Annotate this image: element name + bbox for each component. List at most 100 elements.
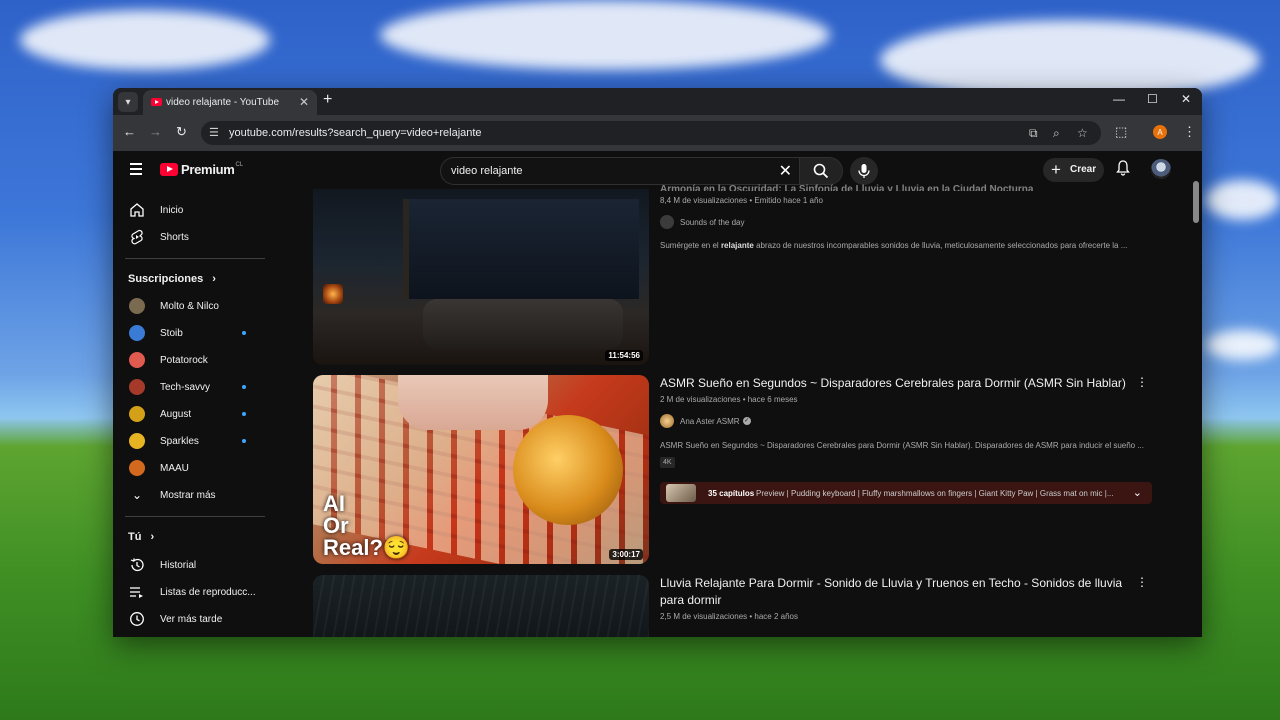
back-icon[interactable]: ← bbox=[123, 124, 136, 139]
video-thumbnail[interactable]: 11:54:56 bbox=[313, 189, 649, 365]
reload-icon[interactable]: ↻ bbox=[176, 124, 187, 140]
profile-avatar[interactable]: A bbox=[1153, 125, 1167, 139]
chapters-bar[interactable]: 35 capítulos Preview | Pudding keyboard … bbox=[660, 482, 1152, 504]
sidebar-item-label: MAAU bbox=[160, 463, 189, 474]
youtube-page: Premium CL video relajante ✕ + Crear Ini… bbox=[113, 151, 1202, 637]
verified-icon: ✓ bbox=[742, 417, 751, 425]
channel-avatar bbox=[660, 215, 674, 229]
channel-name: Sounds of the day bbox=[680, 217, 745, 227]
user-avatar[interactable] bbox=[1151, 159, 1171, 179]
sidebar-item-subscription[interactable]: MAAU bbox=[113, 455, 265, 481]
video-duration: 3:00:17 bbox=[609, 549, 643, 560]
sidebar-item-watch-later[interactable]: Ver más tarde bbox=[113, 606, 265, 632]
site-info-icon[interactable]: ☰ bbox=[209, 126, 219, 139]
tab-title: video relajante - YouTube bbox=[166, 97, 280, 108]
sidebar-item-subscription[interactable]: Sparkles bbox=[113, 428, 265, 454]
video-title[interactable]: ASMR Sueño en Segundos ~ Disparadores Ce… bbox=[660, 375, 1130, 392]
channel-avatar bbox=[129, 460, 145, 476]
youtube-logo[interactable]: Premium CL bbox=[160, 162, 243, 177]
video-meta: 8,4 M de visualizaciones • Emitido hace … bbox=[660, 196, 823, 205]
install-app-icon[interactable]: ⧉ bbox=[1029, 126, 1038, 141]
desktop-cloud bbox=[380, 0, 830, 70]
video-description: ASMR Sueño en Segundos ~ Disparadores Ce… bbox=[660, 441, 1145, 450]
sidebar-item-label: Historial bbox=[160, 560, 197, 571]
close-window-button[interactable]: ✕ bbox=[1181, 92, 1191, 106]
clear-search-icon[interactable]: ✕ bbox=[779, 161, 792, 181]
sidebar-item-playlists[interactable]: Listas de reproducc... bbox=[113, 579, 265, 605]
forward-icon[interactable]: → bbox=[149, 124, 162, 139]
channel-avatar bbox=[129, 406, 145, 422]
address-bar[interactable]: ☰ youtube.com/results?search_query=video… bbox=[201, 121, 1101, 145]
home-icon bbox=[130, 203, 144, 217]
tab-strip: ▾ video relajante - YouTube ✕ + — ☐ ✕ bbox=[113, 88, 1202, 115]
new-tab-button[interactable]: + bbox=[323, 91, 332, 109]
search-icon bbox=[813, 163, 829, 179]
channel-avatar bbox=[129, 379, 145, 395]
channel-avatar bbox=[129, 433, 145, 449]
sidebar-item-historial[interactable]: Historial bbox=[113, 552, 265, 578]
zoom-icon[interactable]: ⌕ bbox=[1053, 126, 1060, 141]
sidebar-item-subscription[interactable]: Molto & Nilco bbox=[113, 293, 265, 319]
create-button[interactable]: + Crear bbox=[1043, 158, 1104, 182]
video-meta: 2 M de visualizaciones • hace 6 meses bbox=[660, 395, 798, 404]
channel-avatar bbox=[129, 298, 145, 314]
thumbnail-bed bbox=[423, 299, 623, 349]
page-scrollbar[interactable] bbox=[1190, 151, 1202, 637]
sidebar-item-label: Sparkles bbox=[160, 436, 199, 447]
shorts-icon bbox=[131, 229, 143, 245]
sidebar-item-shorts[interactable]: Shorts bbox=[113, 224, 265, 250]
maximize-button[interactable]: ☐ bbox=[1147, 92, 1158, 106]
sidebar-item-label: Tech-savvy bbox=[160, 382, 211, 393]
sidebar-item-subscription[interactable]: Stoib bbox=[113, 320, 265, 346]
sidebar-item-label: Shorts bbox=[160, 232, 189, 243]
watch-later-icon bbox=[130, 612, 144, 626]
chevron-right-icon: › bbox=[212, 273, 216, 285]
show-more-button[interactable]: ⌄ Mostrar más bbox=[113, 482, 265, 508]
youtube-favicon-icon bbox=[151, 98, 162, 106]
description-highlight: relajante bbox=[720, 241, 754, 250]
desktop-cloud bbox=[1205, 330, 1280, 360]
menu-icon[interactable] bbox=[130, 163, 142, 178]
sidebar-item-subscription[interactable]: Tech-savvy bbox=[113, 374, 265, 400]
sidebar-item-subscription[interactable]: Potatorock bbox=[113, 347, 265, 373]
browser-toolbar: ← → ↻ ☰ youtube.com/results?search_query… bbox=[113, 115, 1202, 151]
video-title[interactable]: Armonía en la Oscuridad: La Sinfonía de … bbox=[660, 181, 1130, 191]
video-thumbnail[interactable]: AI Or Real?😌 3:00:17 bbox=[313, 375, 649, 564]
thumbnail-text-line: AI bbox=[323, 491, 345, 516]
tab-close-icon[interactable]: ✕ bbox=[299, 95, 309, 109]
more-actions-icon[interactable]: ⋮ bbox=[1136, 575, 1148, 589]
channel-avatar bbox=[660, 414, 674, 428]
sidebar-divider bbox=[125, 516, 265, 517]
notifications-bell-icon[interactable] bbox=[1116, 160, 1130, 176]
video-thumbnail[interactable] bbox=[313, 575, 649, 637]
channel-avatar bbox=[129, 352, 145, 368]
sidebar-item-subscription[interactable]: August bbox=[113, 401, 265, 427]
sidebar-item-label: Listas de reproducc... bbox=[160, 587, 256, 598]
extensions-icon[interactable]: ⬚ bbox=[1115, 124, 1127, 140]
guide-sidebar: Inicio Shorts Suscripciones › Molto & Ni… bbox=[113, 189, 265, 637]
browser-menu-icon[interactable]: ⋮ bbox=[1183, 124, 1196, 140]
youtube-play-icon bbox=[160, 163, 178, 176]
channel-link[interactable]: Ana Aster ASMR ✓ bbox=[660, 414, 751, 428]
playlist-icon bbox=[130, 587, 143, 598]
description-text: Sumérgete en el bbox=[660, 241, 721, 250]
chevron-down-icon[interactable]: ⌄ bbox=[1133, 486, 1142, 499]
search-query: video relajante bbox=[451, 165, 523, 177]
video-title[interactable]: Lluvia Relajante Para Dormir - Sonido de… bbox=[660, 575, 1130, 609]
chapter-thumbnail bbox=[666, 484, 696, 502]
subscriptions-heading-label: Suscripciones bbox=[128, 273, 204, 285]
tab-search-dropdown[interactable]: ▾ bbox=[118, 92, 138, 112]
video-meta: 2,5 M de visualizaciones • hace 2 años bbox=[660, 612, 798, 621]
more-actions-icon[interactable]: ⋮ bbox=[1136, 375, 1148, 389]
bookmark-star-icon[interactable]: ☆ bbox=[1077, 126, 1088, 140]
minimize-button[interactable]: — bbox=[1113, 92, 1125, 106]
video-duration: 11:54:56 bbox=[605, 350, 643, 361]
channel-link[interactable]: Sounds of the day bbox=[660, 215, 745, 229]
you-heading[interactable]: Tú › bbox=[128, 531, 154, 543]
chevron-right-icon: › bbox=[150, 531, 155, 543]
subscriptions-heading[interactable]: Suscripciones › bbox=[128, 273, 216, 285]
browser-tab[interactable]: video relajante - YouTube ✕ bbox=[143, 90, 317, 115]
scrollbar-thumb[interactable] bbox=[1193, 181, 1199, 223]
new-content-dot bbox=[242, 331, 246, 335]
sidebar-item-inicio[interactable]: Inicio bbox=[113, 197, 265, 223]
